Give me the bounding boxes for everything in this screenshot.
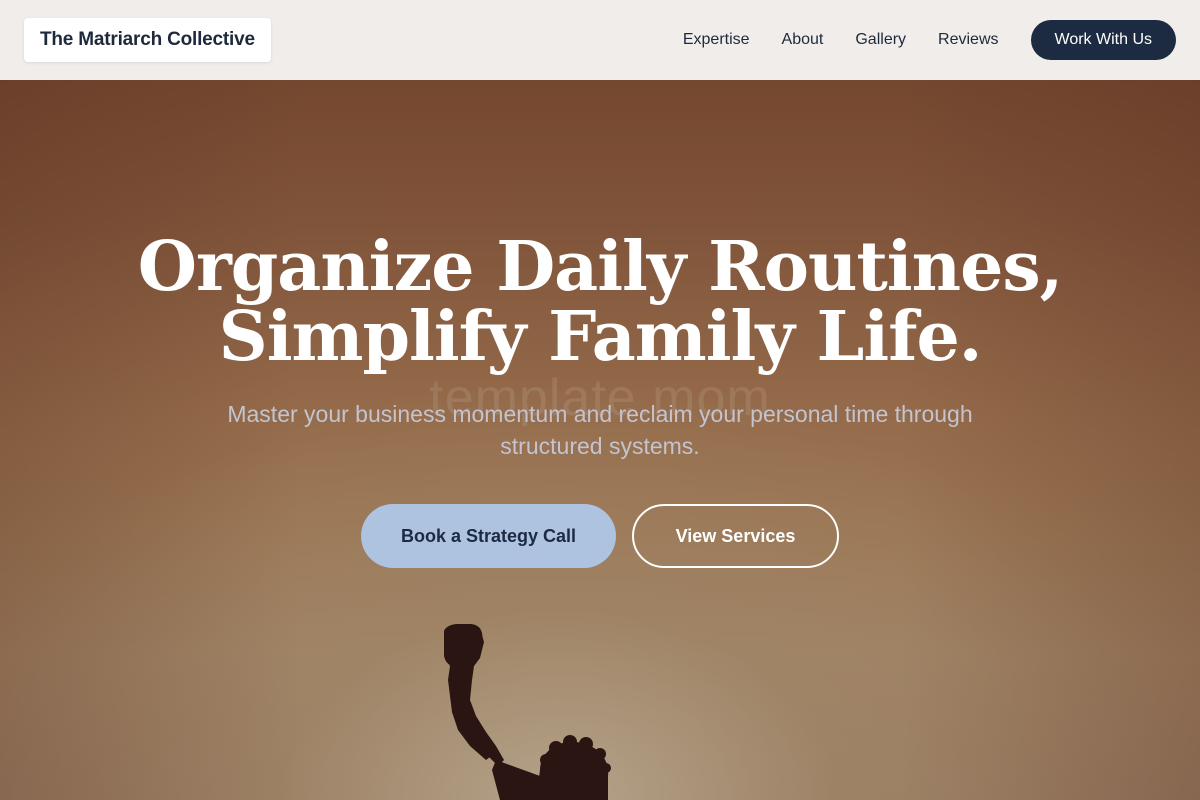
work-with-us-button[interactable]: Work With Us — [1030, 20, 1176, 60]
hero-headline: Organize Daily Routines, Simplify Family… — [0, 232, 1200, 372]
nav-link-gallery[interactable]: Gallery — [855, 31, 906, 49]
hero-headline-line-2: Simplify Family Life. — [218, 297, 983, 377]
main-nav: Expertise About Gallery Reviews Work Wit… — [651, 20, 1176, 60]
hero-section: Organize Daily Routines, Simplify Family… — [0, 80, 1200, 800]
page: The Matriarch Collective Expertise About… — [0, 0, 1200, 800]
hero-subtitle: Master your business momentum and reclai… — [227, 401, 973, 459]
view-services-button[interactable]: View Services — [632, 504, 839, 568]
raised-fist-silhouette — [444, 624, 611, 800]
nav-link-expertise[interactable]: Expertise — [683, 31, 750, 49]
hero-button-row: Book a Strategy Call View Services — [0, 504, 1200, 568]
site-header: The Matriarch Collective Expertise About… — [0, 0, 1200, 80]
book-strategy-call-button[interactable]: Book a Strategy Call — [361, 504, 616, 568]
hero-headline-line-1: Organize Daily Routines, — [137, 227, 1064, 307]
nav-link-reviews[interactable]: Reviews — [938, 31, 998, 49]
nav-link-about[interactable]: About — [782, 31, 824, 49]
brand-logo[interactable]: The Matriarch Collective — [24, 18, 271, 62]
